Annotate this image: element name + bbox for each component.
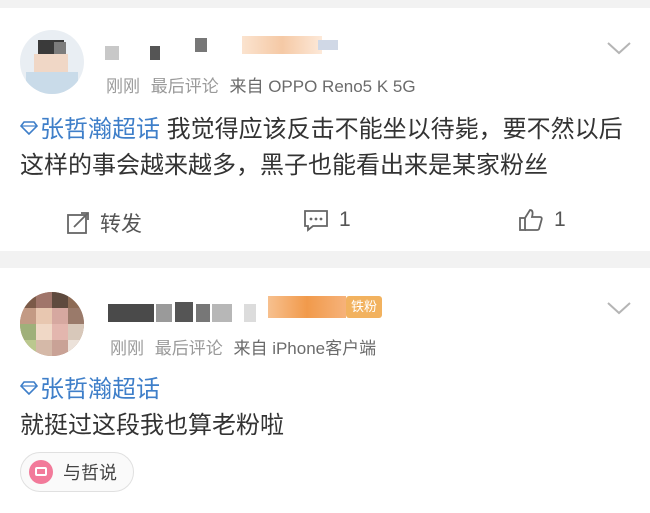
comment-button[interactable]: 1 (303, 208, 351, 232)
topic-label: 张哲瀚超话 (40, 376, 160, 403)
repost-label: 转发 (100, 213, 142, 236)
post-body: 张哲瀚超话 我觉得应该反击不能坐以待毙，要不然以后这样的事会越来越多，黑子也能看… (20, 112, 635, 184)
avatar[interactable] (20, 30, 84, 94)
like-button[interactable]: 1 (518, 208, 566, 232)
repost-button[interactable]: 转发 (66, 208, 142, 238)
sort-label: 最后评论 (154, 339, 223, 358)
comment-icon (304, 210, 328, 232)
post-source: 来自 iPhone客户端 (233, 339, 377, 358)
post-body: 张哲瀚超话 就挺过这段我也算老粉啦 (20, 372, 635, 444)
post-time: 刚刚 (106, 77, 140, 96)
post-card: 铁粉 刚刚 最后评论 来自 iPhone客户端 张哲瀚超话 就挺过这段我也算老粉… (0, 268, 650, 513)
topic-link[interactable]: 张哲瀚超话 (20, 372, 635, 408)
sort-label: 最后评论 (150, 77, 219, 96)
avatar[interactable] (20, 292, 84, 356)
topic-chip[interactable]: 与哲说 (20, 452, 134, 492)
post-card: 刚刚 最后评论 来自 OPPO Reno5 K 5G 张哲瀚超话 我觉得应该反击… (0, 8, 650, 251)
chat-chip-icon (29, 460, 53, 484)
comment-count: 1 (339, 208, 351, 231)
repost-icon (67, 212, 89, 234)
gem-icon (20, 121, 38, 135)
like-icon (519, 209, 543, 231)
post-source: 来自 OPPO Reno5 K 5G (229, 77, 416, 96)
chevron-down-icon[interactable] (606, 40, 632, 56)
post-meta: 刚刚 最后评论 来自 iPhone客户端 (110, 334, 382, 359)
chevron-down-icon[interactable] (606, 300, 632, 316)
action-bar: 转发 1 1 (0, 204, 650, 244)
topic-link[interactable]: 张哲瀚超话 (20, 116, 160, 143)
post-meta: 刚刚 最后评论 来自 OPPO Reno5 K 5G (106, 72, 422, 97)
fan-badge: 铁粉 (346, 296, 383, 318)
gem-icon (20, 381, 38, 395)
chip-label: 与哲说 (63, 463, 117, 483)
post-text: 就挺过这段我也算老粉啦 (20, 412, 284, 439)
post-time: 刚刚 (110, 339, 144, 358)
topic-label: 张哲瀚超话 (40, 116, 160, 143)
like-count: 1 (554, 208, 566, 231)
